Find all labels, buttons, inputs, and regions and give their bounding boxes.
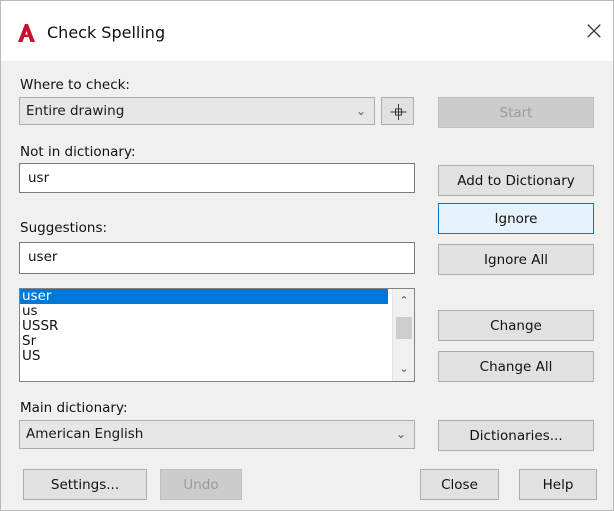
select-objects-button[interactable] bbox=[381, 97, 414, 125]
suggestions-list[interactable]: user us USSR Sr US ⌃ ⌄ bbox=[19, 288, 415, 382]
list-item[interactable]: us bbox=[20, 304, 388, 319]
suggestions-label: Suggestions: bbox=[20, 220, 108, 236]
change-all-button[interactable]: Change All bbox=[438, 351, 594, 382]
list-item[interactable]: US bbox=[20, 349, 388, 364]
where-to-check-dropdown[interactable]: Entire drawing ⌄ bbox=[19, 97, 375, 125]
title-bar: Check Spelling × bbox=[1, 1, 613, 61]
chevron-down-icon: ⌄ bbox=[395, 427, 406, 441]
close-icon[interactable]: × bbox=[578, 15, 610, 47]
scroll-down-icon[interactable]: ⌄ bbox=[393, 359, 414, 379]
ignore-button[interactable]: Ignore bbox=[438, 203, 594, 234]
where-to-check-value: Entire drawing bbox=[26, 103, 125, 119]
dictionaries-button[interactable]: Dictionaries... bbox=[438, 420, 594, 451]
not-in-dictionary-field[interactable]: usr bbox=[19, 163, 415, 193]
main-dictionary-dropdown[interactable]: American English ⌄ bbox=[19, 420, 415, 449]
list-item[interactable]: user bbox=[20, 289, 388, 304]
autocad-logo-icon bbox=[18, 24, 35, 42]
start-button[interactable]: Start bbox=[438, 97, 594, 128]
change-button[interactable]: Change bbox=[438, 310, 594, 341]
add-to-dictionary-button[interactable]: Add to Dictionary bbox=[438, 165, 594, 196]
crosshair-icon bbox=[390, 104, 407, 120]
list-item[interactable]: Sr bbox=[20, 334, 388, 349]
dialog-title: Check Spelling bbox=[47, 23, 166, 42]
list-item[interactable]: USSR bbox=[20, 319, 388, 334]
settings-button[interactable]: Settings... bbox=[23, 469, 147, 500]
scroll-up-icon[interactable]: ⌃ bbox=[393, 291, 414, 311]
chevron-down-icon: ⌄ bbox=[355, 104, 366, 118]
check-spelling-dialog: Check Spelling × Where to check: Entire … bbox=[0, 0, 614, 511]
close-button[interactable]: Close bbox=[420, 469, 499, 500]
scroll-thumb[interactable] bbox=[396, 317, 412, 339]
ignore-all-button[interactable]: Ignore All bbox=[438, 244, 594, 275]
main-dictionary-label: Main dictionary: bbox=[20, 400, 128, 416]
where-to-check-label: Where to check: bbox=[20, 77, 130, 93]
undo-button[interactable]: Undo bbox=[160, 469, 242, 500]
help-button[interactable]: Help bbox=[519, 469, 597, 500]
suggestion-field[interactable]: user bbox=[19, 242, 415, 274]
not-in-dictionary-label: Not in dictionary: bbox=[20, 144, 136, 160]
suggestions-scrollbar[interactable]: ⌃ ⌄ bbox=[392, 289, 414, 381]
main-dictionary-value: American English bbox=[26, 426, 144, 442]
